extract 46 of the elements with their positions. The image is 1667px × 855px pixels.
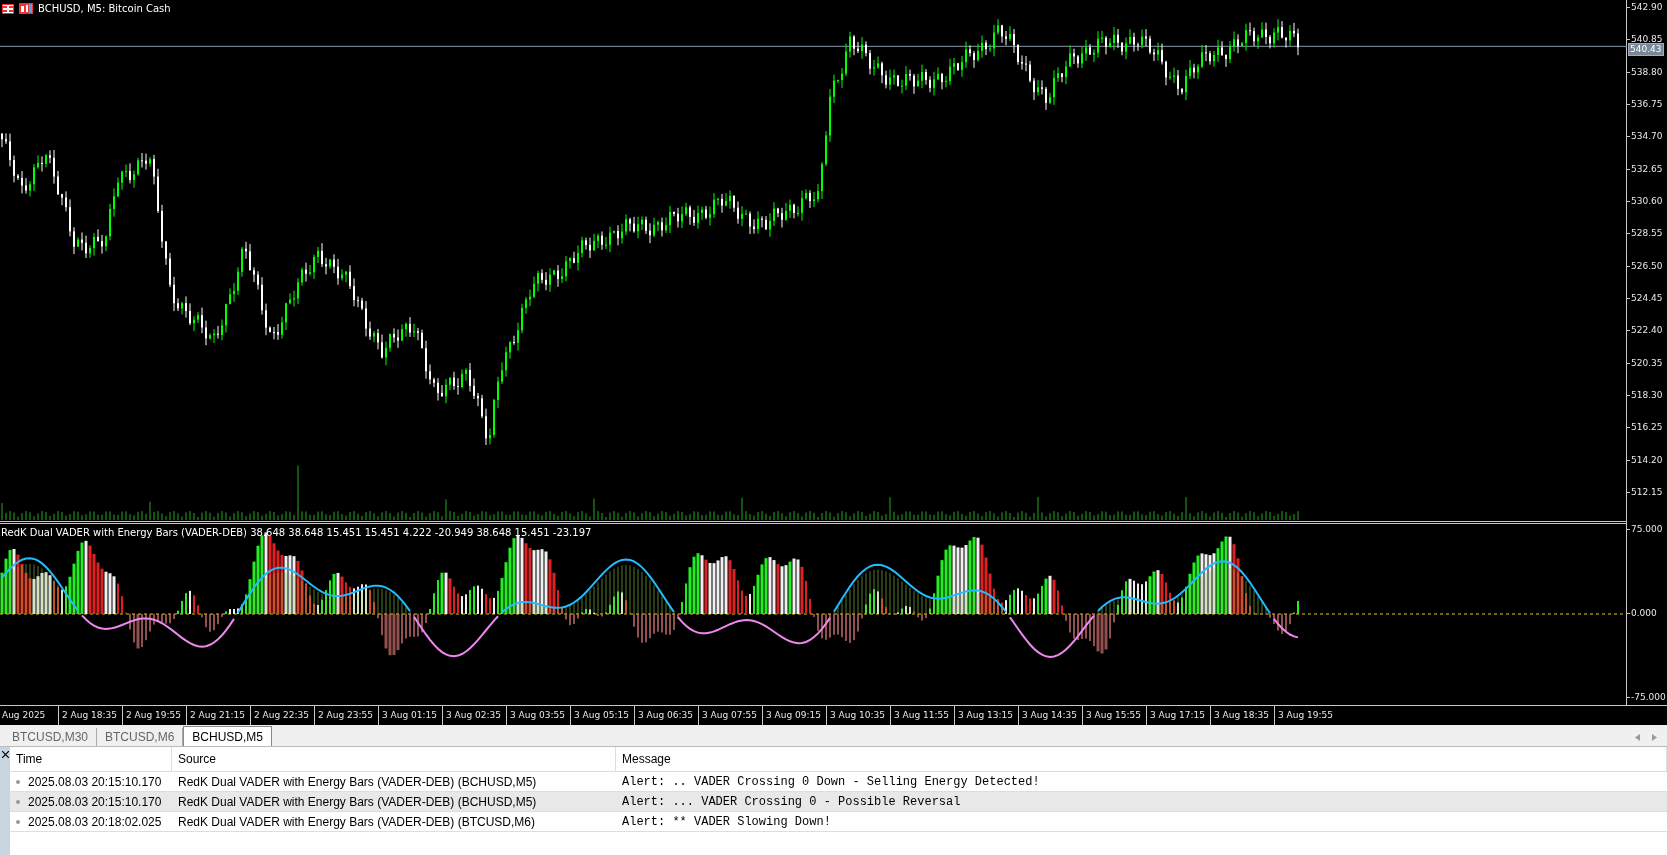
source-cell-text: RedK Dual VADER with Energy Bars (VADER-DEB) (BTCUSD,M6) [177,814,536,829]
time-cell: 2025.08.03 20:15:10.170 [10,794,172,809]
time-label: Aug 2025 [1,709,47,722]
price-label: 540.85 [1627,33,1667,46]
column-header[interactable]: Time [10,747,172,771]
chart-icon [19,3,33,14]
price-label: 528.55 [1627,227,1667,240]
price-label: 536.75 [1627,98,1667,110]
column-header[interactable]: Message [616,747,1667,771]
price-label: 534.70 [1627,130,1667,143]
price-label: 520.35 [1627,356,1667,369]
price-label: 530.60 [1627,194,1667,207]
price-label: 512.15 [1627,485,1667,498]
source-cell-text: RedK Dual VADER with Energy Bars (VADER-DEB) (BCHUSD,M5) [177,774,538,789]
price-label: 542.90 [1627,1,1667,13]
close-icon[interactable] [1,751,9,758]
chart-title: BCHUSD, M5: Bitcoin Cash [38,3,171,14]
message-cell-text: Alert: .. VADER Crossing 0 Down - Selling Energy Detected! [621,774,1041,789]
chart-tab[interactable]: BCHUSD,M5 [183,726,273,746]
scale-label: -75.000 [1627,691,1667,703]
scale-label: 75.000 [1627,523,1667,535]
grid-icon [2,3,14,14]
price-label: 538.80 [1627,65,1667,78]
price-label: 522.40 [1627,324,1667,337]
price-label: 514.20 [1627,453,1667,466]
price-label: 516.25 [1627,421,1667,434]
dot-icon [16,799,20,804]
indicator-label: RedK Dual VADER with Energy Bars (VADER-DEB) 38.648 38.648 15.451 15.451 4.222 -20.949 38.648 15.451 -23.197 [1,527,592,538]
alert-row[interactable]: 2025.08.03 20:15:10.170 RedK Dual VADER with Energy Bars (VADER-DEB) (BCHUSD,M5) Alert: ... VADER Crossing 0 - Possible Reversal [10,792,1667,812]
source-cell-text: RedK Dual VADER with Energy Bars (VADER-DEB) (BCHUSD,M5) [177,794,538,809]
dot-icon [16,779,20,784]
message-cell-text: Alert: ** VADER Slowing Down! [621,814,832,829]
price-label: 524.45 [1627,291,1667,304]
scroll-left-icon[interactable] [1635,734,1640,741]
scroll-right-icon[interactable] [1652,734,1657,741]
dot-icon [16,819,20,824]
time-cell: 2025.08.03 20:15:10.170 [10,774,172,789]
price-label: 532.65 [1627,162,1667,175]
message-cell-text: Alert: ... VADER Crossing 0 - Possible Reversal [621,794,962,809]
price-label: 518.30 [1627,388,1667,401]
time-cell: 2025.08.03 20:18:02.025 [10,814,172,829]
price-label: 526.50 [1627,259,1667,272]
current-price-label: 540.43 [1628,43,1664,56]
column-header[interactable]: Source [172,747,616,771]
scale-label: 0.000 [1627,607,1667,619]
chart-tab[interactable]: BTCUSD,M30 [4,728,97,746]
